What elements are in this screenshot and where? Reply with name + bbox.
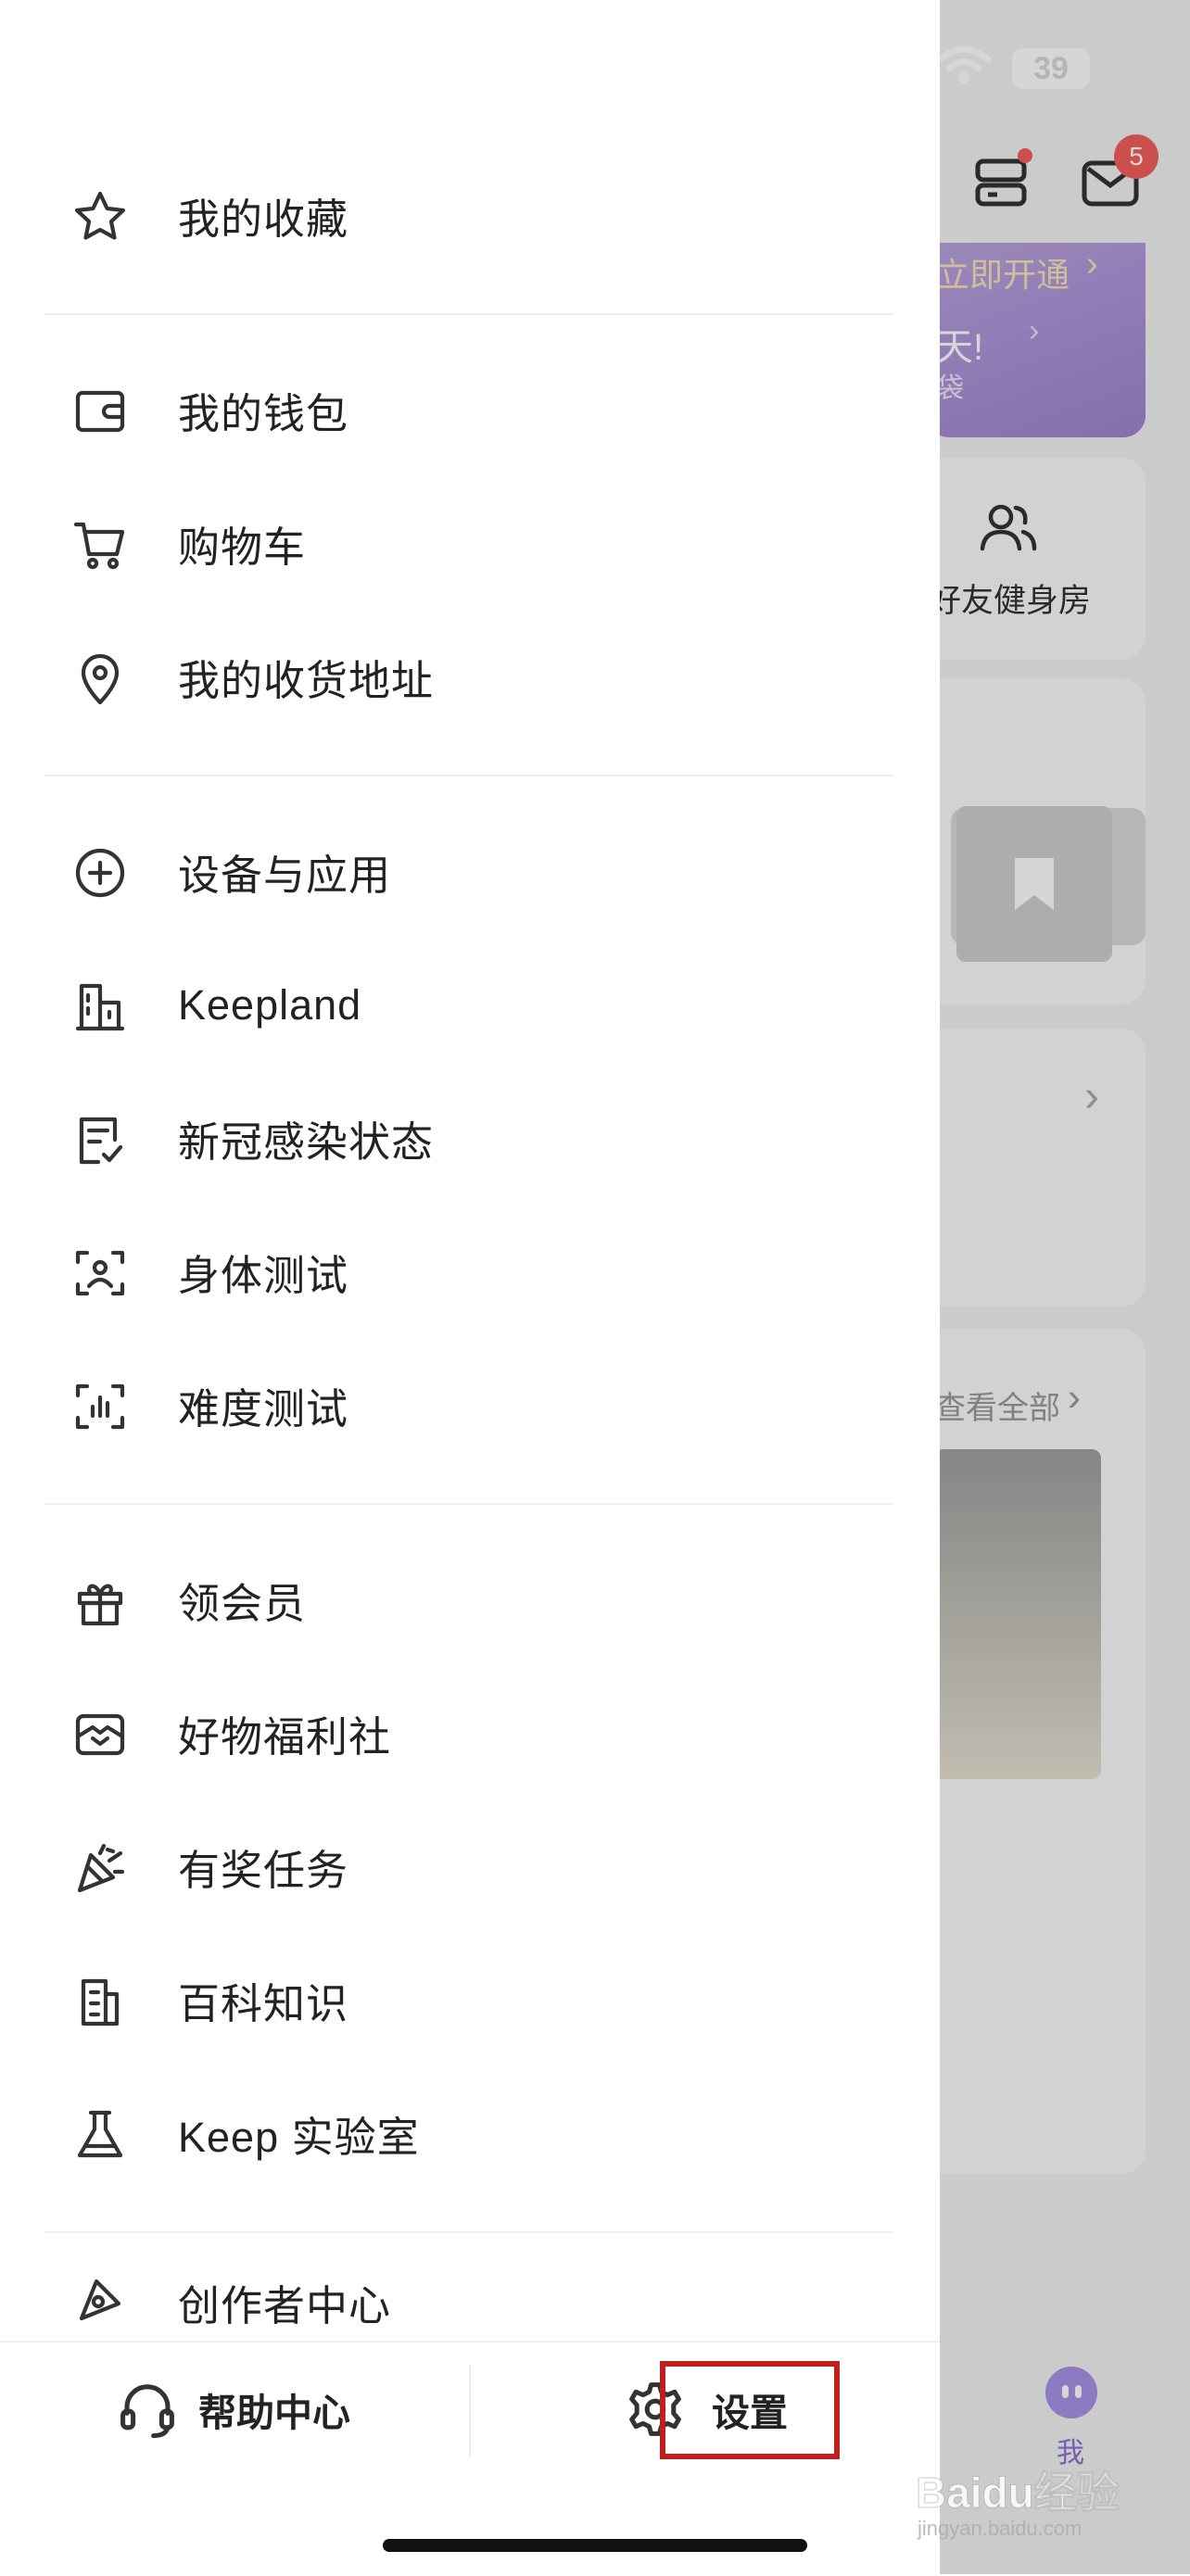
divider [44,1503,893,1505]
divider [44,2231,893,2233]
help-center-label: 帮助中心 [198,2392,350,2434]
headset-icon [120,2384,174,2439]
star-icon [70,187,130,246]
menu-item-favorites[interactable]: 我的收藏 [0,150,940,284]
menu-item-address[interactable]: 我的收货地址 [0,612,940,745]
location-pin-icon [70,649,130,708]
body-scan-icon [70,1244,130,1303]
help-center-button[interactable]: 帮助中心 [117,2363,350,2456]
menu-item-label: 好物福利社 [178,1713,392,1762]
menu-item-label: 创作者中心 [178,2282,392,2330]
menu-item-label: 新冠感染状态 [178,1118,435,1167]
divider [44,313,893,315]
bottom-divider [469,2365,471,2457]
settings-highlight-box [660,2361,840,2459]
menu-item-label: 设备与应用 [178,852,392,900]
party-popper-icon [70,1838,130,1898]
menu-item-label: 难度测试 [178,1385,349,1433]
menu-item-keep-lab[interactable]: Keep 实验室 [0,2068,940,2202]
coupon-icon [70,1705,130,1764]
watermark-text: Baidu经验 [916,2469,1120,2518]
pen-tool-icon [70,2270,130,2330]
plus-circle-icon [70,843,130,903]
home-indicator [383,2539,807,2552]
menu-item-label: 我的收藏 [178,196,349,244]
menu-item-membership[interactable]: 领会员 [0,1534,940,1668]
menu-item-encyclopedia[interactable]: 百科知识 [0,1935,940,2068]
menu-item-covid-status[interactable]: 新冠感染状态 [0,1073,940,1206]
gift-icon [70,1572,130,1631]
side-drawer: 我的收藏 我的钱包 购物车 我的收货地址 设备与应用 Keepland 新冠感染… [0,0,940,2576]
shopping-cart-icon [70,515,130,575]
divider [44,775,893,777]
menu-item-label: 购物车 [178,524,307,572]
menu-item-difficulty-test[interactable]: 难度测试 [0,1340,940,1473]
menu-item-label: 百科知识 [178,1980,349,2028]
menu-item-keepland[interactable]: Keepland [0,940,940,1073]
wallet-icon [70,382,130,441]
menu-item-creator-center[interactable]: 创作者中心 [0,2263,940,2337]
menu-item-label: 身体测试 [178,1252,349,1300]
flask-icon [70,2105,130,2165]
menu-item-label: 我的收货地址 [178,657,435,705]
building-icon [70,977,130,1036]
watermark-sub: jingyan.baidu.com [918,2517,1082,2540]
menu-item-label: Keep 实验室 [178,2114,420,2162]
menu-item-label: 我的钱包 [178,390,349,438]
checklist-icon [70,1110,130,1169]
document-book-icon [70,1972,130,2031]
scan-bars-icon [70,1377,130,1436]
menu-item-label: 有奖任务 [178,1847,349,1895]
menu-item-label: 领会员 [178,1580,307,1628]
menu-item-body-test[interactable]: 身体测试 [0,1206,940,1340]
menu-item-wallet[interactable]: 我的钱包 [0,345,940,478]
menu-item-label: Keepland [178,980,362,1029]
menu-item-goods-welfare[interactable]: 好物福利社 [0,1668,940,1801]
menu-item-cart[interactable]: 购物车 [0,478,940,612]
watermark: Baidu经验 jingyan.baidu.com [908,2459,1149,2561]
menu-item-reward-tasks[interactable]: 有奖任务 [0,1801,940,1935]
menu-item-devices[interactable]: 设备与应用 [0,806,940,940]
